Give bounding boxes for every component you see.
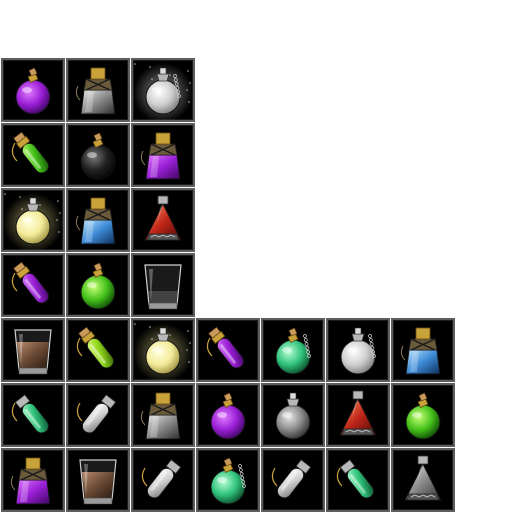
inventory-slot[interactable] — [131, 188, 195, 252]
inventory-slot[interactable] — [66, 58, 130, 122]
glass-brown-icon — [14, 329, 52, 375]
vial-teal-icon — [336, 459, 375, 499]
inventory-slot[interactable] — [196, 448, 260, 512]
inventory-slot[interactable] — [131, 58, 195, 122]
vial-green-icon — [11, 131, 50, 174]
inventory-slot[interactable] — [326, 318, 390, 382]
inventory-slot[interactable] — [131, 123, 195, 187]
inventory-slot[interactable] — [66, 383, 130, 447]
glass-brown-icon — [79, 459, 117, 505]
inventory-slot[interactable] — [1, 58, 65, 122]
inventory-slot[interactable] — [261, 448, 325, 512]
inventory-slot[interactable] — [261, 383, 325, 447]
inventory-slot[interactable] — [391, 383, 455, 447]
bottle-gray-icon — [75, 67, 116, 115]
round-flask-gray-icon — [275, 392, 311, 440]
inventory-slot[interactable] — [66, 448, 130, 512]
bottle-blue-icon — [75, 197, 116, 245]
potion-inventory-grid — [0, 0, 512, 512]
inventory-slot[interactable] — [391, 318, 455, 382]
round-flask-yellow-glow-icon — [3, 190, 63, 250]
inventory-slot[interactable] — [1, 448, 65, 512]
inventory-slot[interactable] — [196, 318, 260, 382]
round-flask-white-icon — [340, 327, 376, 375]
inventory-slot[interactable] — [131, 318, 195, 382]
vial-purple-icon — [11, 261, 50, 304]
bottle-blue-icon — [400, 327, 441, 375]
inventory-slot[interactable] — [1, 383, 65, 447]
bottle-purple-icon — [140, 132, 181, 180]
round-flask-green-icon — [405, 392, 441, 440]
inventory-slot[interactable] — [1, 123, 65, 187]
round-flask-white-glow-icon — [133, 60, 193, 120]
inventory-slot[interactable] — [196, 383, 260, 447]
inventory-slot[interactable] — [66, 318, 130, 382]
inventory-slot[interactable] — [326, 448, 390, 512]
round-flask-teal-icon — [210, 457, 246, 505]
inventory-slot[interactable] — [66, 123, 130, 187]
inventory-slot[interactable] — [66, 253, 130, 317]
inventory-slot[interactable] — [261, 318, 325, 382]
triangle-flask-gray-icon — [404, 455, 442, 501]
round-flask-purple-icon — [15, 67, 51, 115]
inventory-slot[interactable] — [66, 188, 130, 252]
glass-empty-icon — [144, 264, 182, 310]
triangle-flask-red-icon — [144, 195, 182, 241]
vial-white-icon — [76, 394, 117, 434]
bottle-gray-icon — [140, 392, 181, 440]
inventory-slot[interactable] — [131, 253, 195, 317]
inventory-slot[interactable] — [326, 383, 390, 447]
inventory-slot[interactable] — [1, 253, 65, 317]
vial-white-icon — [271, 459, 312, 499]
inventory-slot[interactable] — [131, 448, 195, 512]
triangle-flask-red-icon — [339, 390, 377, 436]
round-flask-yellow-glow-icon — [133, 320, 193, 380]
bottle-purple-icon — [10, 457, 51, 505]
vial-purple-icon — [206, 326, 245, 369]
inventory-slot[interactable] — [1, 188, 65, 252]
vial-lime-icon — [76, 326, 115, 369]
round-flask-purple-icon — [210, 392, 246, 440]
inventory-slot[interactable] — [1, 318, 65, 382]
vial-teal-icon — [11, 394, 50, 434]
inventory-slot[interactable] — [131, 383, 195, 447]
round-flask-teal-icon — [275, 327, 311, 375]
round-flask-green-icon — [80, 262, 116, 310]
vial-white-icon — [141, 459, 182, 499]
inventory-slot[interactable] — [391, 448, 455, 512]
round-flask-black-icon — [80, 132, 116, 180]
